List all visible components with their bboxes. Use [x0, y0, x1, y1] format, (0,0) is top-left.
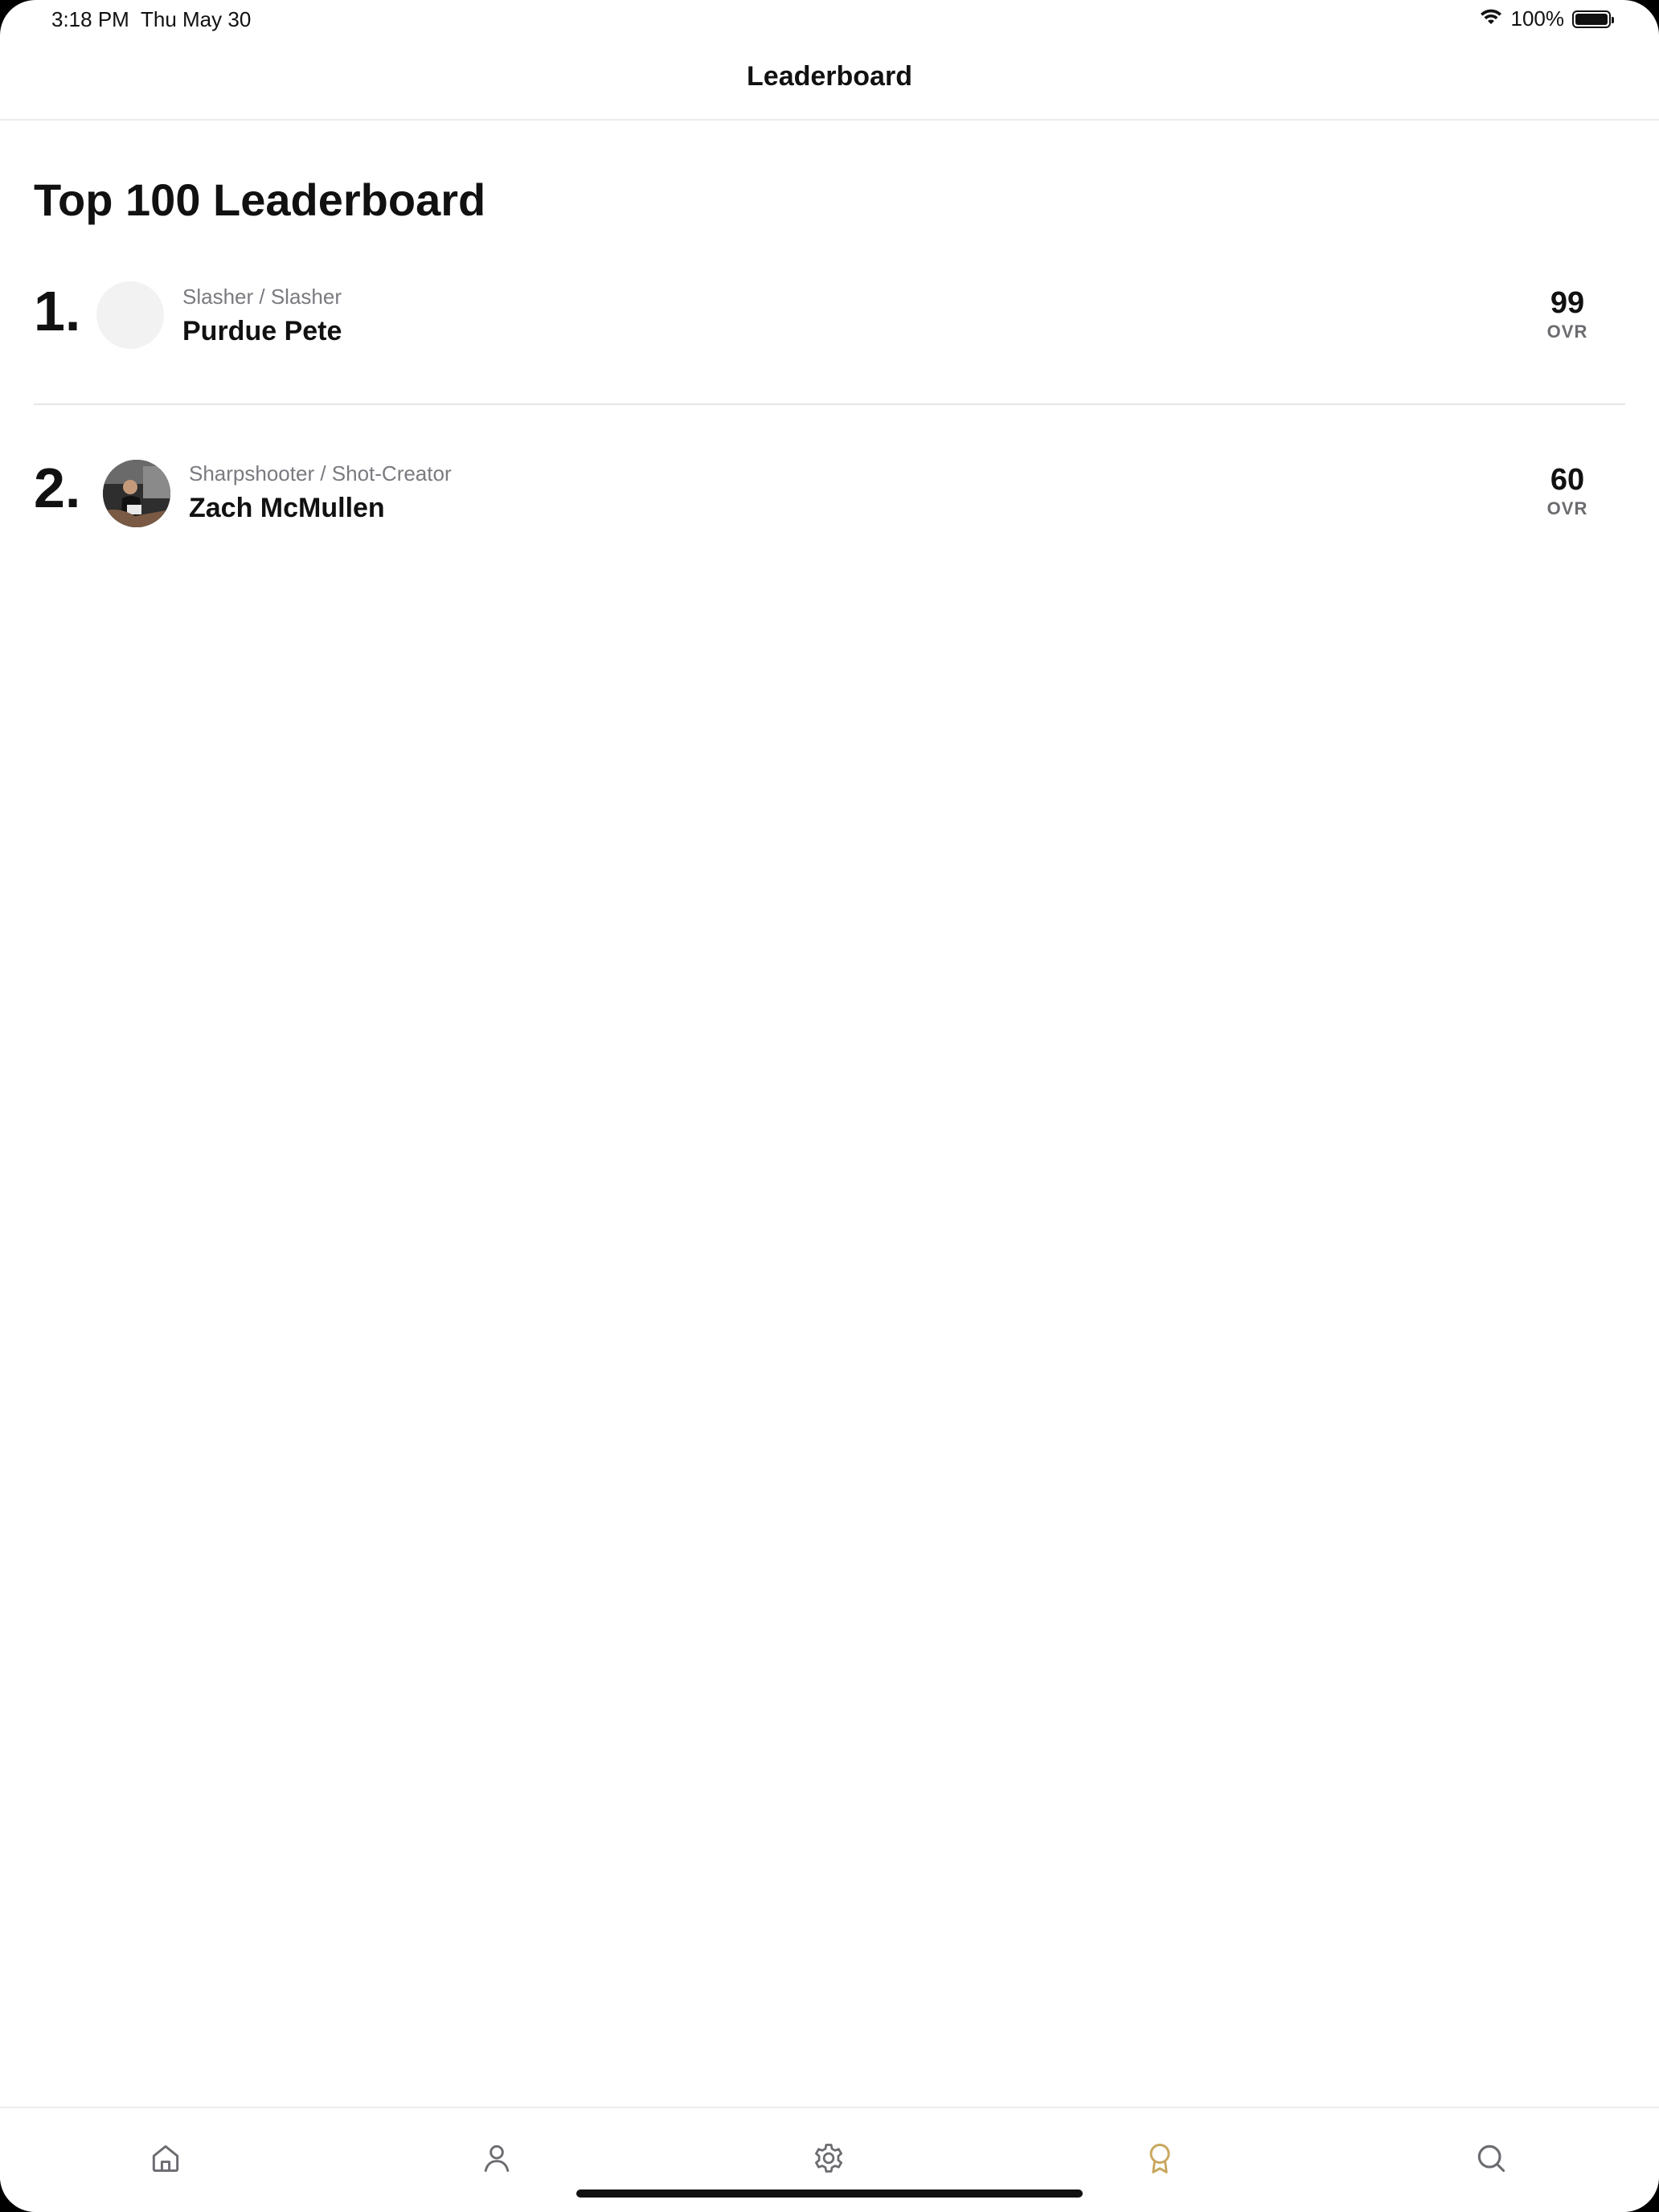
rank-number: 1.	[34, 280, 81, 342]
player-info: Slasher / Slasher Purdue Pete	[182, 285, 342, 349]
avatar-photo	[103, 460, 170, 527]
navigation-bar: Leaderboard	[0, 39, 1659, 121]
nav-title: Leaderboard	[747, 61, 912, 92]
leaderboard-row[interactable]: 1. Slasher / Slasher Purdue Pete 99 OVR	[34, 265, 1625, 362]
score-label: OVR	[1546, 498, 1588, 518]
page-title: Top 100 Leaderboard	[34, 174, 486, 225]
status-indicators: 100%	[1479, 6, 1614, 31]
player-name: Purdue Pete	[182, 316, 342, 346]
player-name: Zach McMullen	[189, 493, 385, 523]
overall-score: 60 OVR	[1535, 463, 1600, 521]
award-ribbon-icon[interactable]	[1142, 2140, 1178, 2176]
avatar-placeholder	[96, 281, 164, 349]
score-label: OVR	[1546, 322, 1588, 342]
score-value: 60	[1550, 463, 1585, 497]
rank-number: 2.	[34, 457, 81, 519]
gear-icon[interactable]	[811, 2140, 846, 2176]
leaderboard-row[interactable]: 2. Sharpshooter / Shot-Creator Zach McMu…	[34, 442, 1625, 539]
status-bar: 3:18 PM Thu May 30 100%	[0, 0, 1659, 39]
wifi-icon	[1479, 6, 1503, 31]
row-divider	[34, 403, 1625, 405]
home-indicator[interactable]	[576, 2189, 1083, 2198]
status-date: Thu May 30	[141, 7, 252, 31]
status-time: 3:18 PM	[51, 7, 129, 31]
home-icon[interactable]	[148, 2140, 183, 2176]
search-icon[interactable]	[1473, 2140, 1509, 2176]
battery-icon	[1572, 10, 1614, 28]
player-archetype: Slasher / Slasher	[182, 285, 342, 309]
battery-percent: 100%	[1510, 6, 1565, 31]
app-screen: 3:18 PM Thu May 30 100% Leaderboard Top …	[0, 0, 1659, 2212]
player-info: Sharpshooter / Shot-Creator Zach McMulle…	[189, 461, 452, 526]
player-archetype: Sharpshooter / Shot-Creator	[189, 461, 452, 485]
score-value: 99	[1550, 286, 1585, 320]
profile-icon[interactable]	[479, 2140, 514, 2176]
overall-score: 99 OVR	[1535, 286, 1600, 344]
